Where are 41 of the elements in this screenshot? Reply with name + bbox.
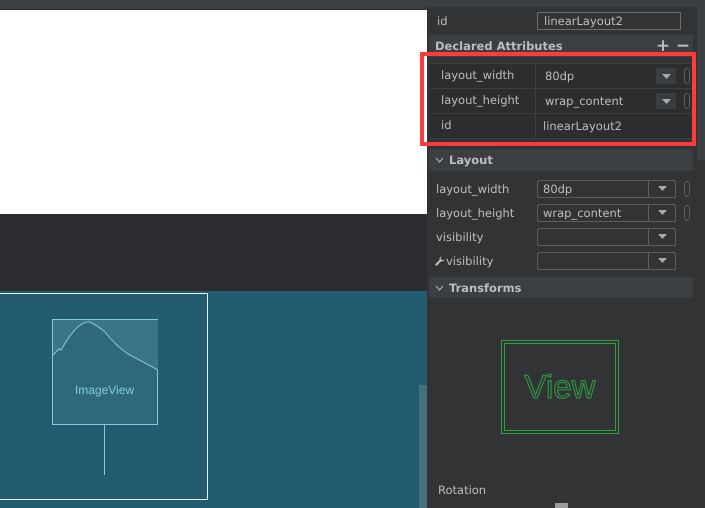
pin-icon[interactable] xyxy=(684,180,690,197)
add-button[interactable]: + xyxy=(653,37,673,56)
dropdown-field[interactable]: 80dp xyxy=(537,180,676,198)
dropdown-field[interactable] xyxy=(537,228,676,246)
scrollbar[interactable] xyxy=(419,385,427,508)
attribute-label: layout_width xyxy=(436,182,510,196)
dropdown-button[interactable] xyxy=(656,93,676,110)
table-cell: id xyxy=(430,114,536,138)
connector-line xyxy=(104,425,105,475)
section-header[interactable]: Transforms xyxy=(429,276,693,298)
remove-button[interactable]: − xyxy=(673,37,693,56)
attribute-label: layout_height xyxy=(436,206,516,220)
table-cell[interactable]: wrap_content xyxy=(536,90,656,113)
table-cell: layout_height xyxy=(430,89,536,114)
image-view[interactable]: ImageView xyxy=(52,319,158,425)
table-cell[interactable]: linearLayout2 xyxy=(536,114,693,138)
caret-icon xyxy=(662,74,670,79)
image-view-label: ImageView xyxy=(74,383,134,397)
wrench-icon xyxy=(435,256,445,266)
caret-icon xyxy=(658,234,666,240)
dropdown-button[interactable] xyxy=(656,68,676,84)
chevron-icon xyxy=(435,284,444,291)
pin-icon[interactable] xyxy=(684,93,690,110)
section-header[interactable]: Layout xyxy=(429,149,693,171)
caret-icon xyxy=(662,98,670,104)
view-preview: View xyxy=(504,343,616,432)
pin-icon[interactable] xyxy=(684,204,690,221)
caret-icon xyxy=(658,210,666,216)
table-cell: layout_width xyxy=(430,64,536,88)
dropdown-field[interactable] xyxy=(537,252,676,270)
caret-icon xyxy=(658,258,666,264)
caret-icon xyxy=(658,186,666,192)
rotation-label: Rotation xyxy=(438,482,488,498)
dropdown-field[interactable]: wrap_content xyxy=(537,204,676,222)
id-field[interactable]: linearLayout2 xyxy=(537,12,681,30)
attribute-label: visibility xyxy=(436,230,484,244)
chevron-icon xyxy=(435,156,444,163)
table-cell[interactable]: 80dp xyxy=(536,64,656,88)
pin-icon[interactable] xyxy=(684,68,690,84)
attribute-label: id xyxy=(437,14,448,28)
attribute-label: visibility xyxy=(446,254,494,268)
